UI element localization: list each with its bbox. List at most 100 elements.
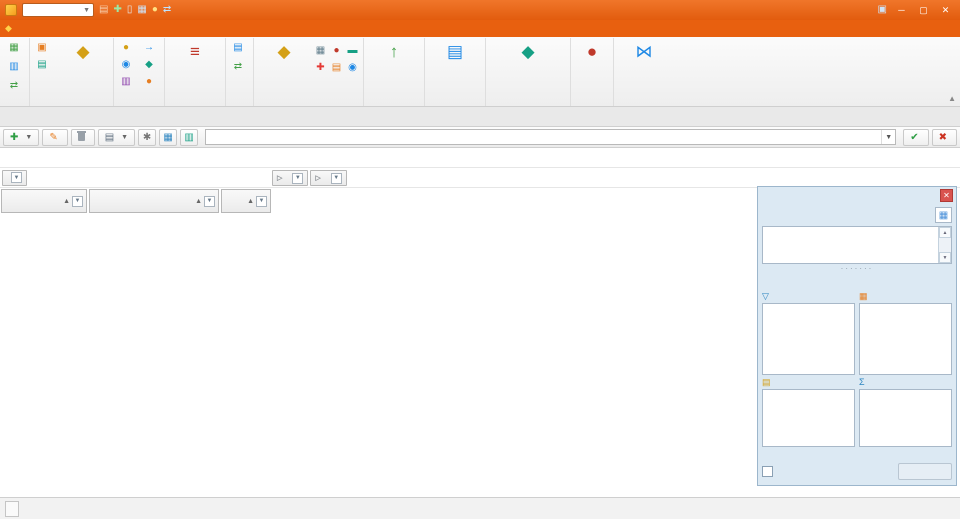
ribbon-item-commercial[interactable]: ↑ <box>367 39 421 62</box>
gear-icon: ✱ <box>143 132 151 143</box>
filter-icon[interactable]: ▼ <box>204 196 215 207</box>
edit-button[interactable]: ✎ <box>42 129 67 146</box>
sales-icon: ▣ <box>36 42 48 53</box>
print-button[interactable]: ▤▼ <box>98 129 135 146</box>
layout-button[interactable]: ▦ <box>159 129 177 146</box>
available-fields <box>763 227 938 263</box>
ribbon-item-hr[interactable]: ● <box>574 39 610 62</box>
execute-button[interactable]: ✔ <box>903 129 928 146</box>
report-icon[interactable]: ◉ <box>345 59 360 75</box>
filter-icon[interactable]: ▼ <box>331 173 342 184</box>
ribbon-item-supplier-situations[interactable]: ▥ <box>117 73 138 90</box>
app-window: ▼ ▤ ✚ ▯ ▦ ● ⇄ ▣ ─ ▢ ✕ ◆ ▦ ▥ ⇄ <box>0 0 960 519</box>
sort-asc-icon[interactable]: ▲ <box>247 198 254 205</box>
ribbon-item-supplier-admin[interactable]: ◆ <box>140 56 161 73</box>
ribbon-item-analysis[interactable]: ▥ <box>5 58 26 75</box>
refresh-icon[interactable]: ⇄ <box>163 5 171 15</box>
collapse-ribbon-icon[interactable]: ▲ <box>948 94 956 103</box>
ribbon-item-inv-movements[interactable]: ⇄ <box>229 58 250 75</box>
ribbon-item-documents[interactable]: ▤ <box>229 39 250 56</box>
ribbon-item-client-balance[interactable]: ◆ <box>56 39 110 62</box>
close-button[interactable]: ✕ <box>936 3 955 18</box>
defer-layout-update[interactable] <box>762 466 777 477</box>
ribbon-item-client-follow-up[interactable]: → <box>140 39 161 56</box>
funnel-icon: ▽ <box>762 291 769 302</box>
ribbon-item-movements[interactable]: ⇄ <box>5 77 26 94</box>
row-field-automobile[interactable]: ▲▼ <box>1 189 87 213</box>
splitter-handle[interactable]: ······· <box>762 266 952 272</box>
layout-grid-icon[interactable]: ▦ <box>935 207 952 223</box>
defer-layout-checkbox[interactable] <box>762 466 773 477</box>
filter-area-label: ▽ <box>762 289 855 303</box>
settings-button[interactable]: ✱ <box>138 129 156 146</box>
commercial-items: ↑ <box>367 39 421 94</box>
lock-icon[interactable]: ● <box>152 5 158 15</box>
update-button[interactable] <box>898 463 952 480</box>
ribbon-item-pay-off-sit[interactable]: ● <box>140 73 161 90</box>
journal-icon[interactable]: ▤ <box>329 59 344 75</box>
field-year[interactable]: ▷ ▼ <box>272 170 308 186</box>
add-user-icon[interactable]: ✚ <box>113 5 121 15</box>
ribbon-item-receipt-cent[interactable]: ▤ <box>33 56 54 73</box>
app-grid-icon[interactable]: ▣ <box>878 5 887 15</box>
chart-button[interactable]: ▥ <box>180 129 198 146</box>
ribbon-item-assets-inventory[interactable]: ◆ <box>489 39 567 62</box>
rows-icon: ▤ <box>762 377 771 388</box>
supplier-icon: ▥ <box>120 76 132 87</box>
minimize-button[interactable]: ─ <box>892 3 911 18</box>
filter-icon[interactable]: ▼ <box>72 196 83 207</box>
ribbon-item-situations-per-agents[interactable]: ≡ <box>168 39 222 62</box>
report-combo[interactable]: ▼ <box>205 129 896 145</box>
sort-asc-icon[interactable]: ▲ <box>63 198 70 205</box>
delete-button[interactable] <box>71 129 95 146</box>
scroll-down-icon[interactable]: ▼ <box>939 252 951 263</box>
group-caption <box>574 94 610 106</box>
field-expenses[interactable]: ▼ <box>2 170 27 186</box>
filter-icon[interactable]: ▼ <box>256 196 267 207</box>
medical-icon[interactable]: ✚ <box>313 59 328 75</box>
ribbon-item-balance-sheet[interactable]: ◆ <box>257 39 311 62</box>
ribbon-item-stocks[interactable]: ▦ <box>5 39 26 56</box>
toolbar: ✚▼ ✎ ▤▼ ✱ ▦ ▥ ▼ ✔ ✖ <box>0 127 960 148</box>
ribbon-item-automobile[interactable]: ⋈ <box>617 39 671 62</box>
ribbon-item-reparation-service[interactable]: ▤ <box>428 39 482 62</box>
list-scrollbar[interactable]: ▲ ▼ <box>938 227 951 263</box>
titlebar: ▼ ▤ ✚ ▯ ▦ ● ⇄ ▣ ─ ▢ ✕ <box>0 0 960 20</box>
calculator-icon[interactable]: ▦ <box>313 42 328 58</box>
clipboard-icon[interactable]: ▤ <box>99 5 108 15</box>
analysis-icon: ▥ <box>8 61 20 72</box>
calculator-icon[interactable]: ▦ <box>137 5 146 15</box>
scroll-up-icon[interactable]: ▲ <box>939 227 951 238</box>
ribbon-logo-icon[interactable]: ◆ <box>2 20 15 37</box>
new-button[interactable]: ✚▼ <box>3 129 39 146</box>
accounting-items: ◆ ▦ ● ▬ ✚ ▤ ◉ <box>257 39 360 94</box>
row-field-partner[interactable]: ▲▼ <box>89 189 219 213</box>
field-list-close-button[interactable]: ✕ <box>940 189 953 202</box>
filter-icon[interactable]: ▼ <box>292 173 303 184</box>
row-field-doc-nr[interactable]: ▲▼ <box>221 189 271 213</box>
ribbon-group-inventory: ▤ ⇄ <box>226 38 254 106</box>
bank-icon[interactable]: ▬ <box>345 42 360 58</box>
ribbon-item-client-situations[interactable]: ◉ <box>117 56 138 73</box>
maximize-button[interactable]: ▢ <box>914 3 933 18</box>
group-caption <box>617 94 671 106</box>
trash-icon[interactable]: ▯ <box>127 5 133 15</box>
scroll-track[interactable] <box>939 238 951 252</box>
status-user-info <box>5 501 19 517</box>
ribbon-item-supplier-balances[interactable]: ● <box>117 39 138 56</box>
sort-asc-icon[interactable]: ▲ <box>195 198 202 205</box>
available-fields-list[interactable]: ▲ ▼ <box>762 226 952 264</box>
group-caption <box>168 94 222 106</box>
ribbon-item-sales[interactable]: ▣ <box>33 39 54 56</box>
user-combo[interactable]: ▼ <box>22 3 94 17</box>
close-tab-button[interactable]: ✖ <box>932 129 957 146</box>
field-explanation[interactable]: ▷ ▼ <box>310 170 346 186</box>
field-list-body: ▦ ▲ ▼ ······· ▽ ▦ <box>758 204 956 485</box>
document-tab-bar <box>0 107 960 127</box>
ribbon-group-hr: ● <box>571 38 614 106</box>
assets-icon: ◆ <box>521 41 534 62</box>
ledger-red-icon[interactable]: ● <box>329 42 344 58</box>
field-list-footer <box>762 461 952 481</box>
filter-icon[interactable]: ▼ <box>11 172 22 183</box>
row-area-column: ▤ <box>762 375 855 447</box>
